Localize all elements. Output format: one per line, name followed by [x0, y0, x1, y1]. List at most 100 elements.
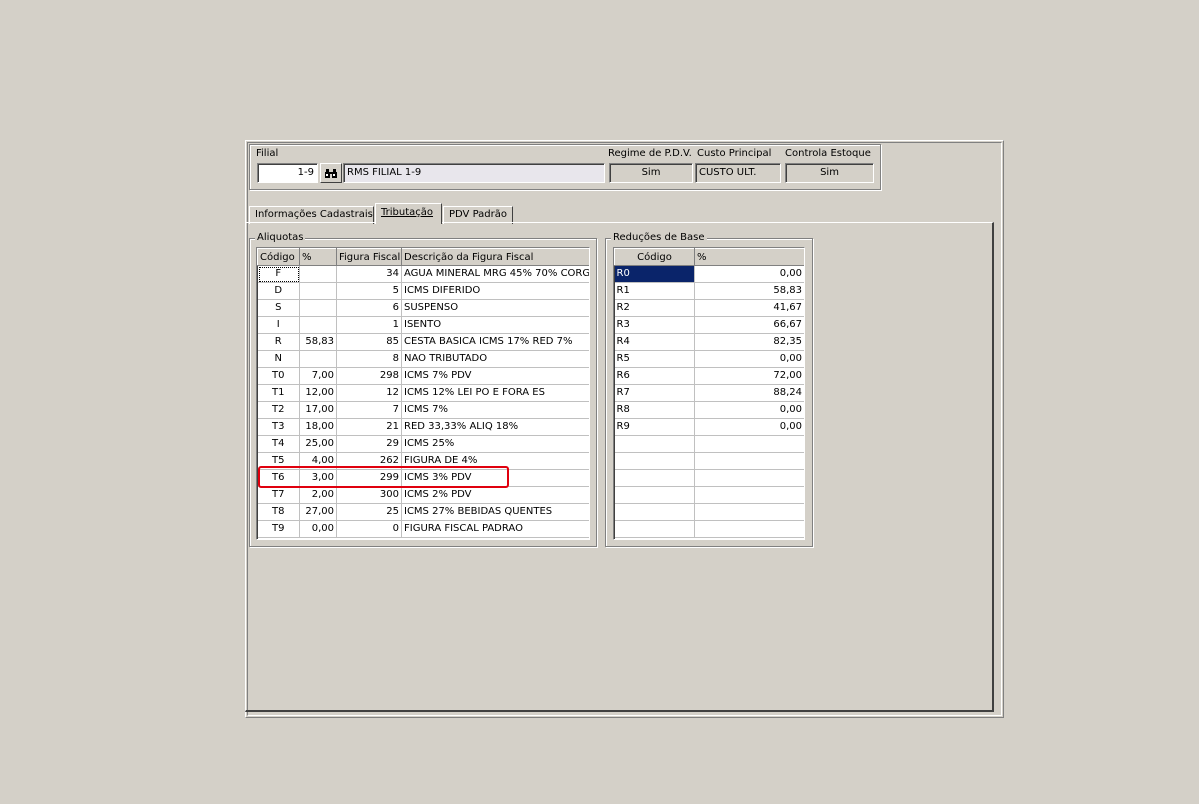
- filial-code-input[interactable]: 1-9: [257, 163, 318, 183]
- table-row[interactable]: R9 0,00: [614, 418, 804, 436]
- cell-codigo[interactable]: T3: [257, 418, 300, 436]
- table-row[interactable]: T3 18,00 21 RED 33,33% ALIQ 18%: [257, 418, 589, 436]
- cell-figura-fiscal[interactable]: 1: [336, 316, 402, 334]
- cell-percent[interactable]: 0,00: [694, 401, 804, 419]
- cell-figura-fiscal[interactable]: 21: [336, 418, 402, 436]
- cell-descricao[interactable]: ICMS 7%: [401, 401, 589, 419]
- cell-codigo[interactable]: R8: [614, 401, 695, 419]
- cell-percent[interactable]: 18,00: [299, 418, 337, 436]
- table-row[interactable]: T0 7,00 298 ICMS 7% PDV: [257, 367, 589, 385]
- cell-descricao[interactable]: ICMS 27% BEBIDAS QUENTES: [401, 503, 589, 521]
- cell-codigo[interactable]: R6: [614, 367, 695, 385]
- cell-percent[interactable]: 27,00: [299, 503, 337, 521]
- cell-percent[interactable]: 72,00: [694, 367, 804, 385]
- cell-codigo[interactable]: F: [257, 265, 300, 283]
- cell-codigo[interactable]: T4: [257, 435, 300, 453]
- table-row[interactable]: R4 82,35: [614, 333, 804, 351]
- cell-descricao[interactable]: SUSPENSO: [401, 299, 589, 317]
- cell-percent[interactable]: [299, 265, 337, 283]
- cell-percent[interactable]: 82,35: [694, 333, 804, 351]
- cell-codigo[interactable]: T9: [257, 520, 300, 538]
- cell-percent[interactable]: 7,00: [299, 367, 337, 385]
- empty-cell[interactable]: [694, 435, 804, 453]
- empty-row[interactable]: [614, 486, 804, 504]
- cell-percent[interactable]: 66,67: [694, 316, 804, 334]
- empty-cell[interactable]: [694, 503, 804, 521]
- empty-cell[interactable]: [694, 469, 804, 487]
- cell-descricao[interactable]: ISENTO: [401, 316, 589, 334]
- empty-cell[interactable]: [614, 435, 695, 453]
- cell-figura-fiscal[interactable]: 298: [336, 367, 402, 385]
- cell-descricao[interactable]: FIGURA FISCAL PADRAO: [401, 520, 589, 538]
- cell-codigo[interactable]: D: [257, 282, 300, 300]
- cell-codigo[interactable]: R0: [614, 265, 695, 283]
- cell-codigo[interactable]: R2: [614, 299, 695, 317]
- cell-codigo[interactable]: T8: [257, 503, 300, 521]
- cell-codigo[interactable]: R1: [614, 282, 695, 300]
- table-row[interactable]: N 8 NAO TRIBUTADO: [257, 350, 589, 368]
- column-header-descricao[interactable]: Descrição da Figura Fiscal: [401, 248, 589, 266]
- table-row[interactable]: R6 72,00: [614, 367, 804, 385]
- table-row[interactable]: R7 88,24: [614, 384, 804, 402]
- cell-codigo[interactable]: I: [257, 316, 300, 334]
- cell-percent[interactable]: 0,00: [299, 520, 337, 538]
- table-row[interactable]: S 6 SUSPENSO: [257, 299, 589, 317]
- cell-descricao[interactable]: ICMS 2% PDV: [401, 486, 589, 504]
- table-row[interactable]: T9 0,00 0 FIGURA FISCAL PADRAO: [257, 520, 589, 538]
- cell-figura-fiscal[interactable]: 0: [336, 520, 402, 538]
- cell-percent[interactable]: [299, 316, 337, 334]
- table-row[interactable]: T2 17,00 7 ICMS 7%: [257, 401, 589, 419]
- cell-percent[interactable]: 12,00: [299, 384, 337, 402]
- cell-percent[interactable]: 0,00: [694, 350, 804, 368]
- table-row[interactable]: T7 2,00 300 ICMS 2% PDV: [257, 486, 589, 504]
- table-row[interactable]: R0 0,00: [614, 265, 804, 283]
- empty-cell[interactable]: [614, 520, 695, 538]
- table-row[interactable]: I 1 ISENTO: [257, 316, 589, 334]
- cell-codigo[interactable]: R7: [614, 384, 695, 402]
- cell-percent[interactable]: 41,67: [694, 299, 804, 317]
- table-row[interactable]: D 5 ICMS DIFERIDO: [257, 282, 589, 300]
- cell-descricao[interactable]: ICMS 25%: [401, 435, 589, 453]
- table-row[interactable]: R2 41,67: [614, 299, 804, 317]
- cell-percent[interactable]: 0,00: [694, 265, 804, 283]
- cell-descricao[interactable]: CESTA BASICA ICMS 17% RED 7%: [401, 333, 589, 351]
- aliquotas-grid[interactable]: Código % Figura Fiscal Descrição da Figu…: [256, 247, 590, 540]
- empty-cell[interactable]: [694, 452, 804, 470]
- column-header-figura-fiscal[interactable]: Figura Fiscal: [336, 248, 402, 266]
- cell-codigo[interactable]: T2: [257, 401, 300, 419]
- cell-percent[interactable]: 2,00: [299, 486, 337, 504]
- cell-codigo[interactable]: N: [257, 350, 300, 368]
- cell-figura-fiscal[interactable]: 85: [336, 333, 402, 351]
- empty-row[interactable]: [614, 503, 804, 521]
- tab-tributacao[interactable]: Tributação: [375, 203, 442, 224]
- cell-percent[interactable]: 58,83: [694, 282, 804, 300]
- table-row[interactable]: R5 0,00: [614, 350, 804, 368]
- cell-codigo[interactable]: R5: [614, 350, 695, 368]
- empty-row[interactable]: [614, 435, 804, 453]
- empty-cell[interactable]: [694, 486, 804, 504]
- column-header-percent[interactable]: %: [694, 248, 804, 266]
- cell-descricao[interactable]: NAO TRIBUTADO: [401, 350, 589, 368]
- cell-percent[interactable]: 25,00: [299, 435, 337, 453]
- cell-codigo[interactable]: R4: [614, 333, 695, 351]
- cell-percent[interactable]: 88,24: [694, 384, 804, 402]
- cell-descricao[interactable]: RED 33,33% ALIQ 18%: [401, 418, 589, 436]
- empty-row[interactable]: [614, 469, 804, 487]
- column-header-codigo[interactable]: Código: [257, 248, 300, 266]
- column-header-percent[interactable]: %: [299, 248, 337, 266]
- cell-codigo[interactable]: S: [257, 299, 300, 317]
- cell-codigo[interactable]: T0: [257, 367, 300, 385]
- empty-cell[interactable]: [614, 452, 695, 470]
- cell-percent[interactable]: 17,00: [299, 401, 337, 419]
- cell-percent[interactable]: 0,00: [694, 418, 804, 436]
- empty-row[interactable]: [614, 452, 804, 470]
- cell-percent[interactable]: [299, 350, 337, 368]
- cell-descricao[interactable]: ICMS 12% LEI PO E FORA ES: [401, 384, 589, 402]
- table-row[interactable]: T1 12,00 12 ICMS 12% LEI PO E FORA ES: [257, 384, 589, 402]
- table-row[interactable]: R3 66,67: [614, 316, 804, 334]
- reducoes-grid[interactable]: Código % R0 0,00 R1 58,83 R2 41,67 R3 66,67 R4 82…: [613, 247, 805, 540]
- empty-cell[interactable]: [614, 486, 695, 504]
- empty-row[interactable]: [614, 520, 804, 538]
- cell-codigo[interactable]: R9: [614, 418, 695, 436]
- cell-figura-fiscal[interactable]: 29: [336, 435, 402, 453]
